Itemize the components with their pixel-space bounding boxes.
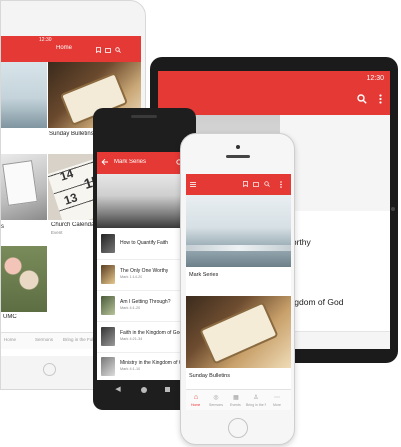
menu-icon[interactable] bbox=[189, 180, 197, 188]
home-icon[interactable]: ⌂ bbox=[192, 393, 200, 401]
tab-bring-in-the-fold[interactable]: Bring in the Fold bbox=[63, 337, 96, 342]
tab-more[interactable]: More bbox=[273, 403, 281, 407]
back-arrow-icon[interactable] bbox=[100, 157, 110, 167]
sermons-icon[interactable]: ◎ bbox=[212, 393, 220, 401]
android-earpiece bbox=[131, 115, 157, 118]
list-item[interactable]: Ministry in the Kingdom of God Mark 4:1-… bbox=[97, 352, 192, 380]
list-item-sub: Mark 1:14-20 bbox=[120, 275, 143, 279]
android-title: Mark Series bbox=[114, 159, 147, 165]
tablet-row[interactable]: Kingdom of God bbox=[280, 271, 390, 332]
list-item-title: The Only One Worthy bbox=[120, 268, 169, 274]
nav-recents-icon[interactable] bbox=[165, 387, 170, 392]
list-item-thumb bbox=[101, 357, 115, 376]
more-icon[interactable]: ⋯ bbox=[273, 393, 281, 401]
ipad-bottom-left-label: UMC bbox=[3, 314, 17, 320]
list-item-sub: Mark 4:1-20 bbox=[120, 306, 141, 310]
ipad-app-bar: 12:30 Home bbox=[1, 36, 141, 62]
share-icon[interactable] bbox=[105, 47, 111, 53]
ipad-card-sub: Event bbox=[51, 230, 63, 235]
bookmark-icon[interactable] bbox=[241, 180, 249, 188]
ipad-notebook-image bbox=[1, 154, 47, 220]
iphone-tab-bar: ⌂ Home ◎ Sermons ▦ Events ♙ Bring in the… bbox=[186, 389, 291, 410]
ipad-sea-image bbox=[1, 62, 47, 128]
list-item-thumb bbox=[101, 234, 115, 253]
list-item-title: How to Quantify Faith bbox=[120, 240, 169, 246]
search-icon[interactable] bbox=[356, 93, 368, 105]
more-vert-icon[interactable] bbox=[278, 180, 284, 188]
fold-icon[interactable]: ♙ bbox=[252, 393, 260, 401]
nav-home-icon[interactable] bbox=[141, 387, 147, 393]
list-item[interactable]: The Only One Worthy Mark 1:14-20 bbox=[97, 259, 192, 291]
iphone-screen: Mark Series Sunday Bulletins ⌂ Home ◎ Se… bbox=[186, 174, 291, 410]
android-screen: Mark Series How to Quantify Faith The On… bbox=[97, 152, 192, 380]
android-hero-image bbox=[97, 174, 192, 228]
iphone-camera bbox=[236, 145, 240, 149]
ipad-status-time: 12:30 bbox=[39, 37, 52, 43]
bible-pages bbox=[201, 304, 277, 362]
iphone-card-caption: Sunday Bulletins bbox=[189, 373, 230, 379]
tablet-camera bbox=[391, 207, 395, 211]
list-item-title: Am I Getting Through? bbox=[120, 299, 171, 305]
tablet-status-time: 12:30 bbox=[366, 75, 384, 82]
search-icon[interactable] bbox=[115, 47, 121, 53]
more-vert-icon[interactable] bbox=[376, 93, 384, 105]
iphone: Mark Series Sunday Bulletins ⌂ Home ◎ Se… bbox=[180, 133, 295, 445]
tab-home[interactable]: Home bbox=[4, 337, 16, 342]
list-item-title: Faith in the Kingdom of God bbox=[120, 330, 183, 336]
list-item-sub: Mark 4:1-10 bbox=[120, 367, 141, 371]
tab-home[interactable]: Home bbox=[191, 403, 200, 407]
ipad-card-caption: Sunday Bulletins bbox=[49, 131, 94, 137]
bookmark-icon[interactable] bbox=[95, 47, 101, 53]
list-item[interactable]: Faith in the Kingdom of God Mark 4:21-34 bbox=[97, 321, 192, 353]
tablet-app-bar: 12:30 bbox=[158, 71, 390, 115]
tablet-row[interactable]: Worthy bbox=[280, 211, 390, 272]
iphone-speaker bbox=[226, 155, 250, 158]
iphone-home-button[interactable] bbox=[228, 418, 248, 438]
ipad-title: Home bbox=[56, 45, 73, 51]
list-item-thumb bbox=[101, 327, 115, 346]
ipad-partial-label: s bbox=[1, 224, 4, 230]
events-icon[interactable]: ▦ bbox=[232, 393, 240, 401]
iphone-bible-image[interactable] bbox=[186, 296, 291, 368]
list-item-sub: Mark 4:21-34 bbox=[120, 337, 143, 341]
nav-back-icon[interactable]: ◀ bbox=[113, 384, 123, 394]
tab-bring-in-the-fold[interactable]: Bring in the Fold bbox=[246, 403, 266, 407]
tab-sermons[interactable]: Sermons bbox=[35, 337, 53, 342]
list-item[interactable]: How to Quantify Faith bbox=[97, 228, 192, 260]
iphone-card-caption: Mark Series bbox=[189, 272, 219, 278]
ipad-home-button[interactable] bbox=[43, 363, 56, 376]
list-item-thumb bbox=[101, 265, 115, 284]
list-item[interactable]: Am I Getting Through? Mark 4:1-20 bbox=[97, 290, 192, 322]
notebook-shape bbox=[2, 160, 38, 206]
tab-events[interactable]: Events bbox=[230, 403, 241, 407]
ipad-flowers-image bbox=[1, 246, 47, 312]
share-icon[interactable] bbox=[252, 180, 260, 188]
list-item-thumb bbox=[101, 296, 115, 315]
search-icon[interactable] bbox=[263, 180, 271, 188]
sea-horizon bbox=[186, 245, 291, 251]
iphone-sea-image[interactable] bbox=[186, 195, 291, 267]
iphone-app-bar bbox=[186, 174, 291, 195]
list-item-title: Ministry in the Kingdom of God bbox=[120, 360, 189, 366]
tab-sermons[interactable]: Sermons bbox=[209, 403, 223, 407]
ipad-card-caption: Church Calendar bbox=[51, 222, 97, 228]
android-app-bar: Mark Series bbox=[97, 152, 192, 174]
